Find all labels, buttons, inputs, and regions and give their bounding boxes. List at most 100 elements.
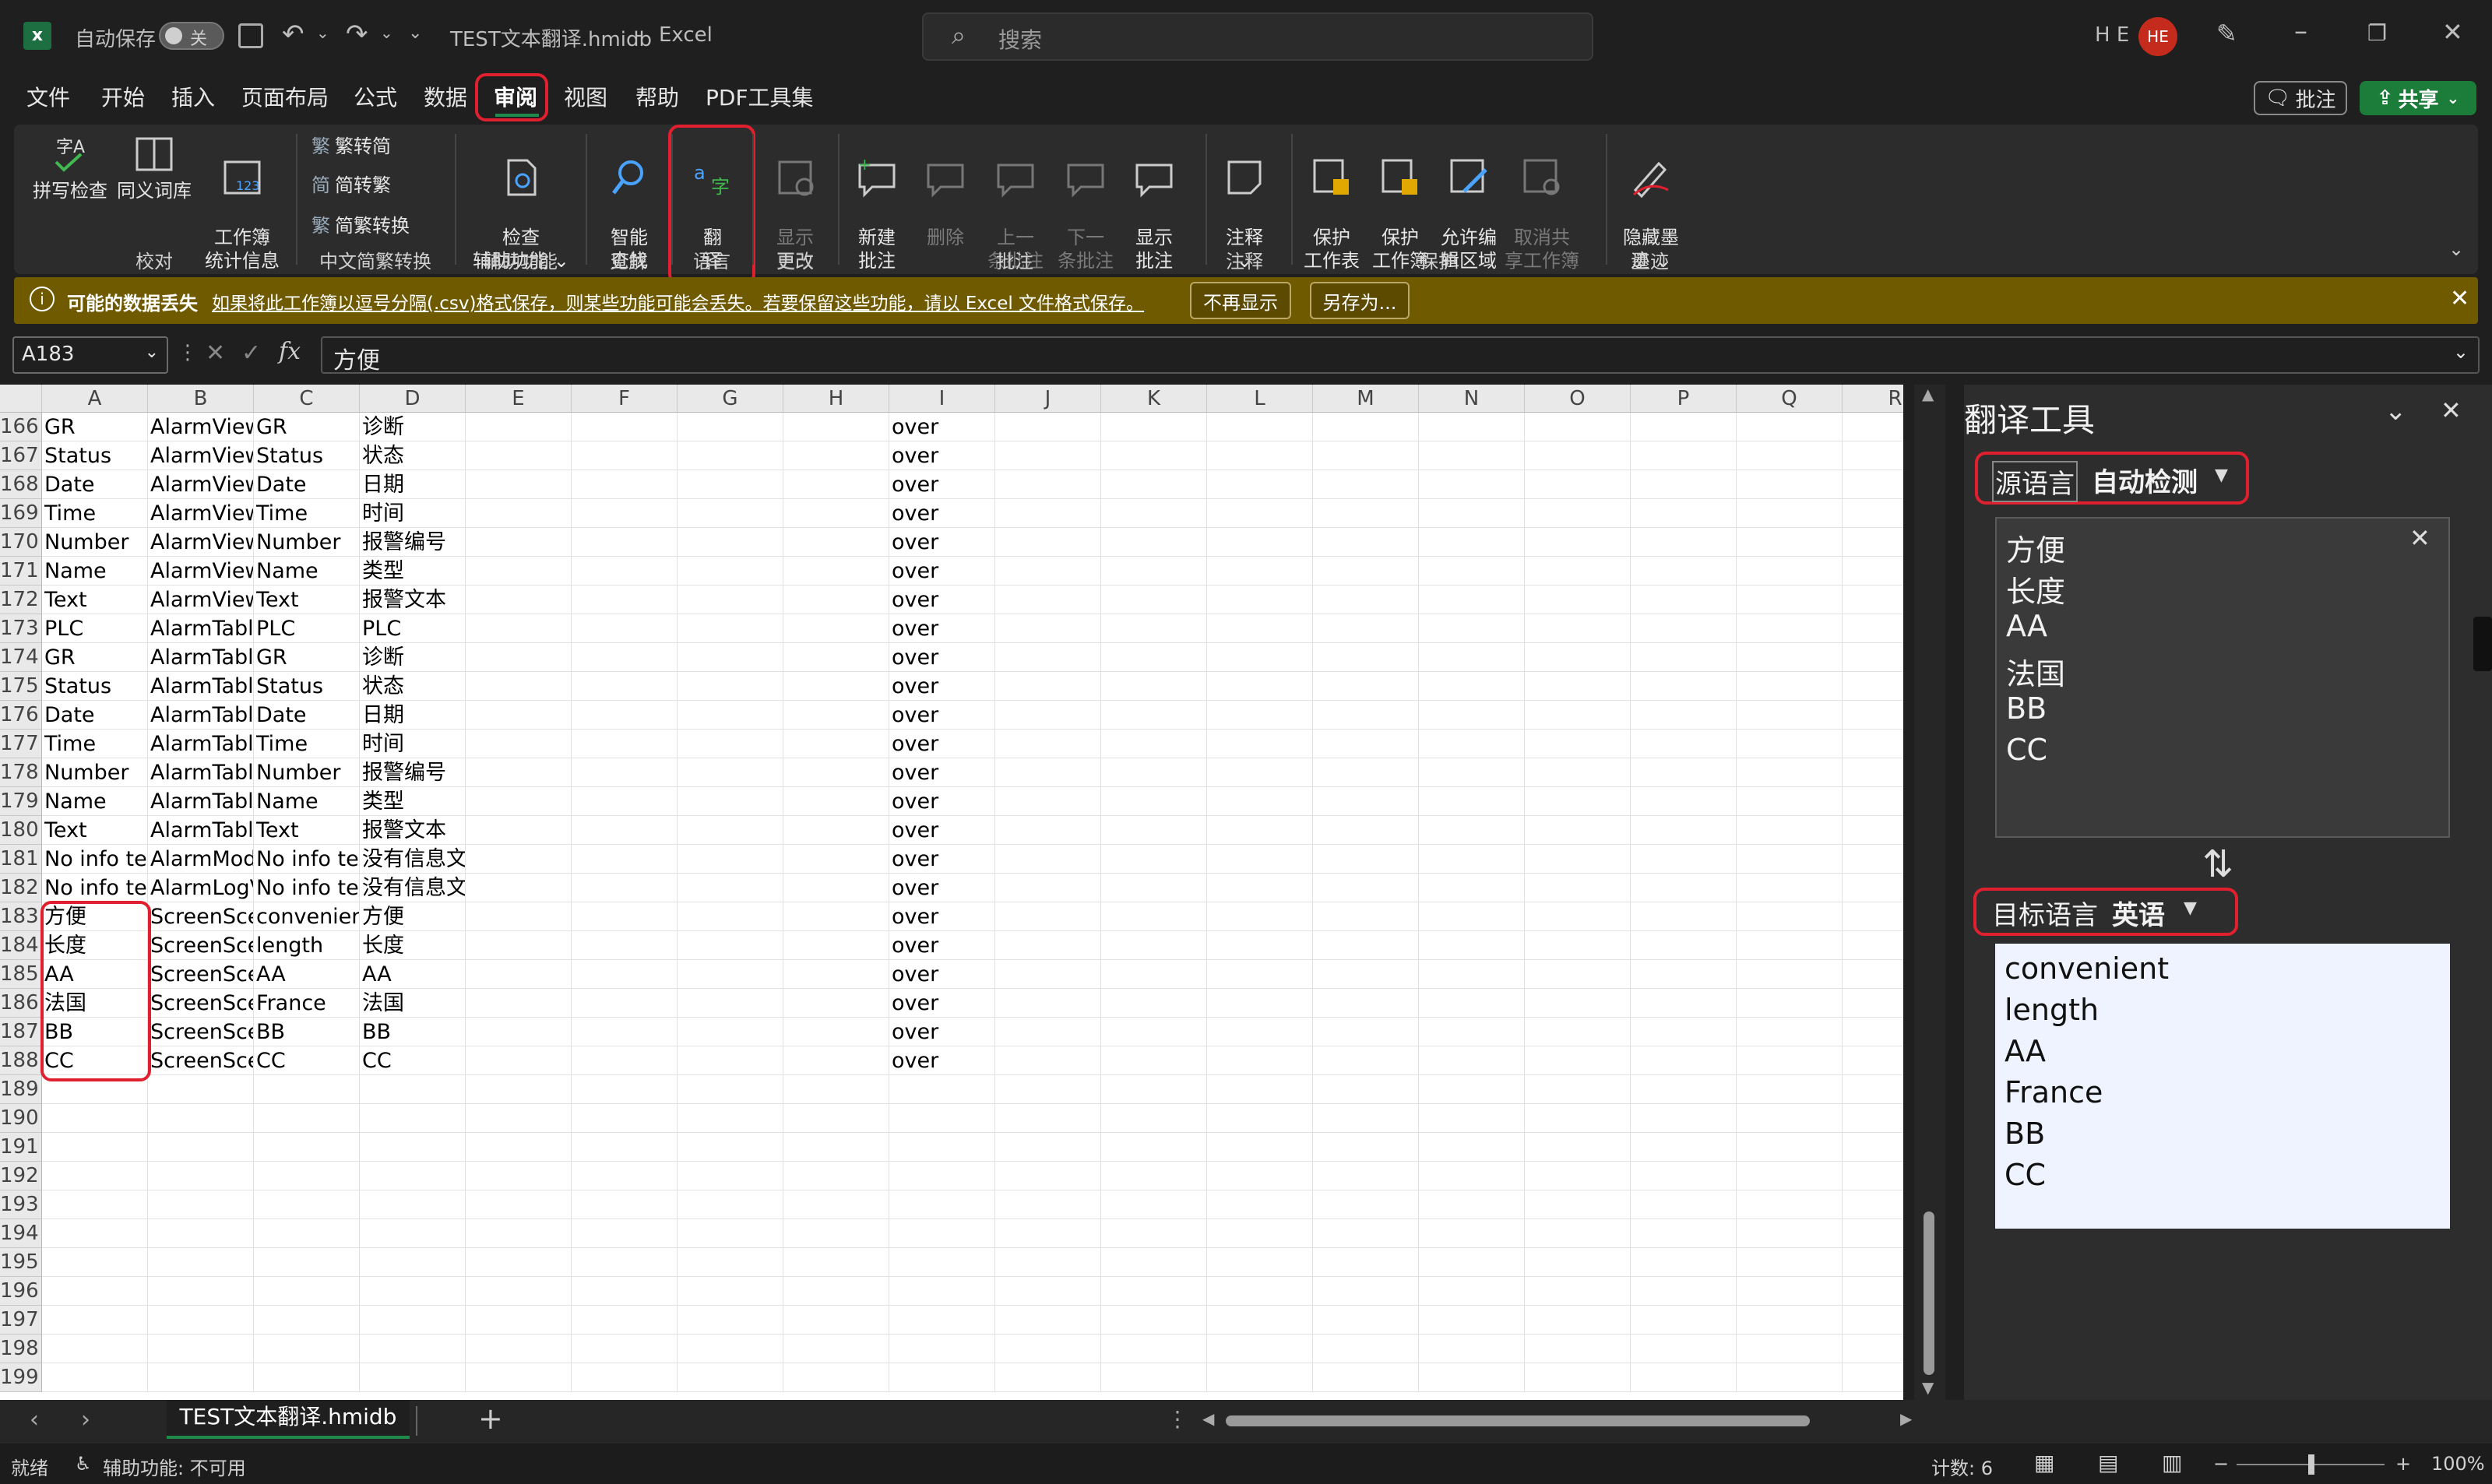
table-cell[interactable]: ScreenScei: [148, 902, 254, 931]
table-cell[interactable]: AlarmView: [148, 470, 254, 499]
table-cell[interactable]: [148, 1277, 254, 1306]
row-header[interactable]: 194: [0, 1219, 42, 1248]
table-cell[interactable]: [995, 960, 1101, 989]
table-cell[interactable]: [360, 1219, 466, 1248]
table-cell[interactable]: [678, 528, 783, 557]
table-cell[interactable]: [995, 874, 1101, 902]
table-cell[interactable]: [783, 586, 889, 614]
table-cell[interactable]: AlarmTabl: [148, 787, 254, 816]
table-cell[interactable]: [678, 874, 783, 902]
column-header[interactable]: A: [42, 385, 148, 413]
table-cell[interactable]: [1843, 1363, 1903, 1392]
table-cell[interactable]: [254, 1133, 360, 1162]
row-header[interactable]: 180: [0, 816, 42, 845]
row-header[interactable]: 185: [0, 960, 42, 989]
table-cell[interactable]: [466, 1133, 572, 1162]
table-cell[interactable]: [1737, 557, 1843, 586]
table-cell[interactable]: [783, 787, 889, 816]
table-cell[interactable]: [783, 499, 889, 528]
clear-source-icon[interactable]: ✕: [2409, 523, 2430, 553]
table-cell[interactable]: [1419, 1046, 1525, 1075]
table-cell[interactable]: [360, 1306, 466, 1335]
table-cell[interactable]: [1843, 960, 1903, 989]
pane-options-icon[interactable]: ⌄: [2385, 396, 2407, 427]
simp-to-trad-button[interactable]: 简简转繁: [312, 170, 391, 197]
table-cell[interactable]: [1419, 413, 1525, 441]
table-cell[interactable]: [254, 1162, 360, 1190]
table-cell[interactable]: [466, 557, 572, 586]
table-cell[interactable]: [1525, 874, 1631, 902]
table-cell[interactable]: [1843, 1248, 1903, 1277]
table-cell[interactable]: [1207, 586, 1313, 614]
row-header[interactable]: 188: [0, 1046, 42, 1075]
table-cell[interactable]: [1843, 1133, 1903, 1162]
row-header[interactable]: 183: [0, 902, 42, 931]
table-cell[interactable]: [1207, 1133, 1313, 1162]
table-cell[interactable]: [1419, 787, 1525, 816]
table-cell[interactable]: [1419, 1335, 1525, 1363]
table-cell[interactable]: over: [889, 413, 995, 441]
table-cell[interactable]: [1631, 931, 1737, 960]
table-cell[interactable]: [1313, 931, 1419, 960]
column-header[interactable]: B: [148, 385, 254, 413]
table-cell[interactable]: [1419, 614, 1525, 643]
table-cell[interactable]: 日期: [360, 470, 466, 499]
table-cell[interactable]: [678, 643, 783, 672]
table-cell[interactable]: [1737, 1306, 1843, 1335]
table-cell[interactable]: [1631, 960, 1737, 989]
table-cell[interactable]: [1419, 643, 1525, 672]
table-cell[interactable]: GR: [42, 413, 148, 441]
table-cell[interactable]: Status: [42, 441, 148, 470]
table-cell[interactable]: [1207, 960, 1313, 989]
table-cell[interactable]: over: [889, 441, 995, 470]
table-cell[interactable]: [1631, 586, 1737, 614]
table-cell[interactable]: [889, 1277, 995, 1306]
scroll-up-icon[interactable]: ▲: [1922, 385, 1934, 403]
table-cell[interactable]: 报警编号: [360, 758, 466, 787]
table-cell[interactable]: [1737, 787, 1843, 816]
table-cell[interactable]: [1101, 1133, 1207, 1162]
table-cell[interactable]: [678, 730, 783, 758]
table-cell[interactable]: [466, 413, 572, 441]
table-cell[interactable]: BB: [42, 1018, 148, 1046]
table-cell[interactable]: [1843, 441, 1903, 470]
table-cell[interactable]: [1207, 499, 1313, 528]
table-cell[interactable]: [1207, 758, 1313, 787]
table-cell[interactable]: [466, 643, 572, 672]
table-cell[interactable]: [360, 1162, 466, 1190]
table-cell[interactable]: [1101, 1104, 1207, 1133]
table-cell[interactable]: [148, 1162, 254, 1190]
table-cell[interactable]: [1843, 528, 1903, 557]
table-cell[interactable]: over: [889, 557, 995, 586]
table-cell[interactable]: [1101, 1335, 1207, 1363]
table-cell[interactable]: [572, 816, 678, 845]
table-cell[interactable]: [42, 1363, 148, 1392]
table-cell[interactable]: [889, 1075, 995, 1104]
tab-page-layout[interactable]: 页面布局: [241, 81, 329, 112]
table-cell[interactable]: [42, 1075, 148, 1104]
target-language-dropdown[interactable]: 英语: [2112, 894, 2165, 932]
table-cell[interactable]: 法国: [360, 989, 466, 1018]
table-cell[interactable]: 报警文本: [360, 816, 466, 845]
horizontal-scroll-thumb[interactable]: [1226, 1415, 1810, 1426]
table-cell[interactable]: [783, 1046, 889, 1075]
table-cell[interactable]: [1843, 1335, 1903, 1363]
table-cell[interactable]: [466, 874, 572, 902]
table-cell[interactable]: AlarmTabl: [148, 701, 254, 730]
table-cell[interactable]: [466, 586, 572, 614]
table-cell[interactable]: [42, 1306, 148, 1335]
column-header[interactable]: D: [360, 385, 466, 413]
table-cell[interactable]: [1843, 586, 1903, 614]
table-cell[interactable]: [1101, 1162, 1207, 1190]
table-cell[interactable]: [1313, 672, 1419, 701]
table-cell[interactable]: [1525, 557, 1631, 586]
table-cell[interactable]: [1207, 643, 1313, 672]
table-cell[interactable]: over: [889, 902, 995, 931]
table-cell[interactable]: [1101, 470, 1207, 499]
table-cell[interactable]: [1101, 557, 1207, 586]
table-cell[interactable]: [783, 1104, 889, 1133]
table-cell[interactable]: [572, 470, 678, 499]
zoom-slider-thumb[interactable]: [2308, 1454, 2314, 1475]
table-cell[interactable]: [1101, 643, 1207, 672]
tab-pdf-tools[interactable]: PDF工具集: [706, 81, 814, 112]
